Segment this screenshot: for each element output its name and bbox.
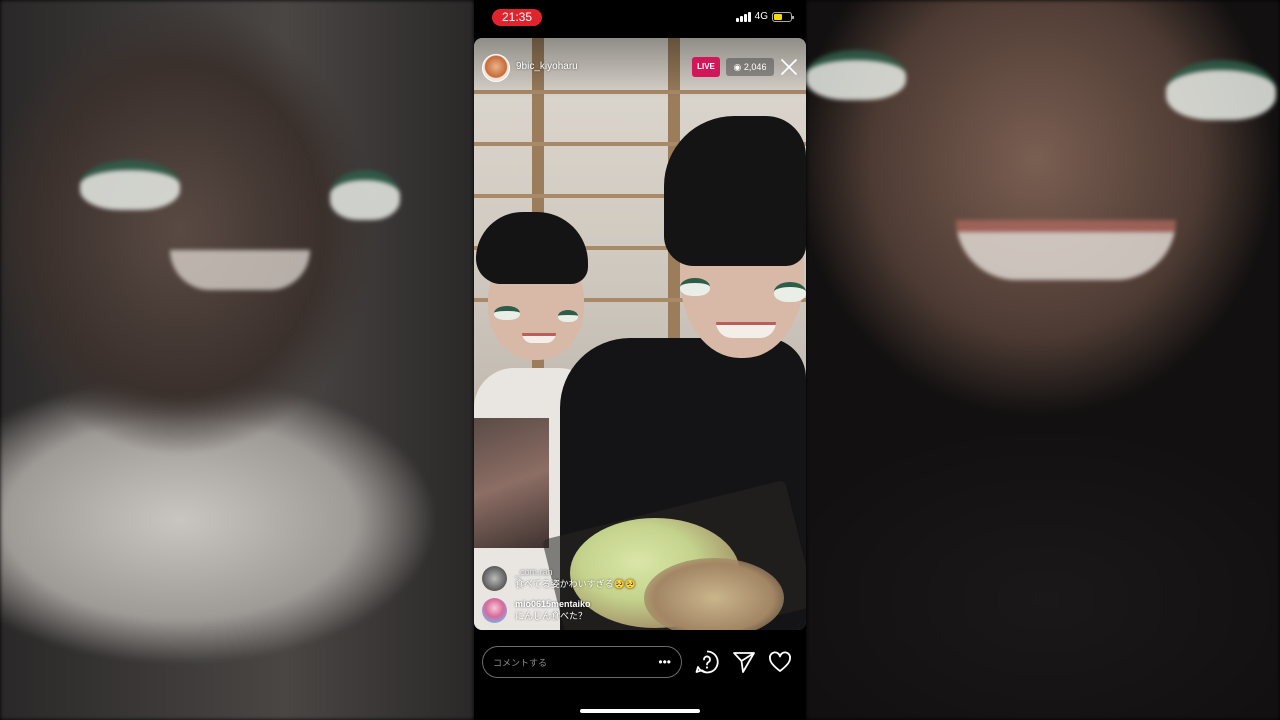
viewer-count-badge[interactable]: ◉ 2,046 [726, 58, 774, 76]
question-sticker-icon[interactable] [694, 649, 720, 675]
live-badge: LIVE [692, 57, 720, 77]
background-cheek-sticker [330, 170, 400, 220]
comment-message: にんじん食べた？ [515, 611, 588, 621]
background-cheek-sticker [80, 160, 180, 210]
home-indicator[interactable] [580, 709, 700, 713]
background-blur-left [0, 0, 474, 720]
comment-placeholder: コメントする [493, 657, 548, 668]
cheek-sticker [774, 282, 806, 302]
live-video[interactable]: 9bic_kiyoharu LIVE ◉ 2,046 _com.ran 食べてる… [474, 38, 806, 630]
background-cheek-sticker [806, 50, 906, 100]
heart-icon[interactable] [767, 649, 793, 675]
battery-icon [772, 11, 794, 22]
comment-avatar[interactable] [482, 598, 507, 623]
cheek-sticker [494, 306, 520, 320]
status-time: 21:35 [492, 9, 542, 26]
comment-username[interactable]: mio0615mentaiko [515, 598, 591, 610]
comment-username[interactable]: _com.ran [515, 566, 636, 578]
comment-message: 食べてる姿かわいすぎる🥺🥺 [515, 579, 637, 589]
cheek-sticker [558, 310, 578, 322]
background-blur-right [806, 0, 1280, 720]
host-avatar[interactable] [482, 54, 510, 82]
send-icon[interactable] [731, 649, 757, 675]
background-cheek-sticker [1166, 60, 1276, 120]
eye-icon: ◉ [733, 62, 742, 72]
battery-level [774, 13, 782, 20]
comment-item: _com.ran 食べてる姿かわいすぎる🥺🥺 [482, 566, 636, 591]
network-type: 4G [754, 11, 768, 22]
host-username[interactable]: 9bic_kiyoharu [516, 61, 578, 72]
status-bar: 21:35 4G [474, 0, 806, 36]
more-horizontal-icon[interactable]: ••• [658, 655, 671, 669]
viewer-count: 2,046 [743, 62, 767, 72]
background-smile [956, 220, 1176, 280]
salad [644, 558, 784, 630]
comment-item: mio0615mentaiko にんじん食べた？ [482, 598, 591, 623]
close-icon[interactable] [779, 57, 799, 77]
comment-avatar[interactable] [482, 566, 507, 591]
comment-input[interactable]: コメントする ••• [482, 646, 682, 678]
cheek-sticker [680, 278, 710, 296]
background-smile [170, 250, 310, 290]
phone-screen: 21:35 4G 9bic_kiyoharu LIVE ◉ 2,046 _com… [474, 0, 806, 720]
signal-icon [735, 11, 751, 22]
status-indicators: 4G [735, 11, 794, 22]
